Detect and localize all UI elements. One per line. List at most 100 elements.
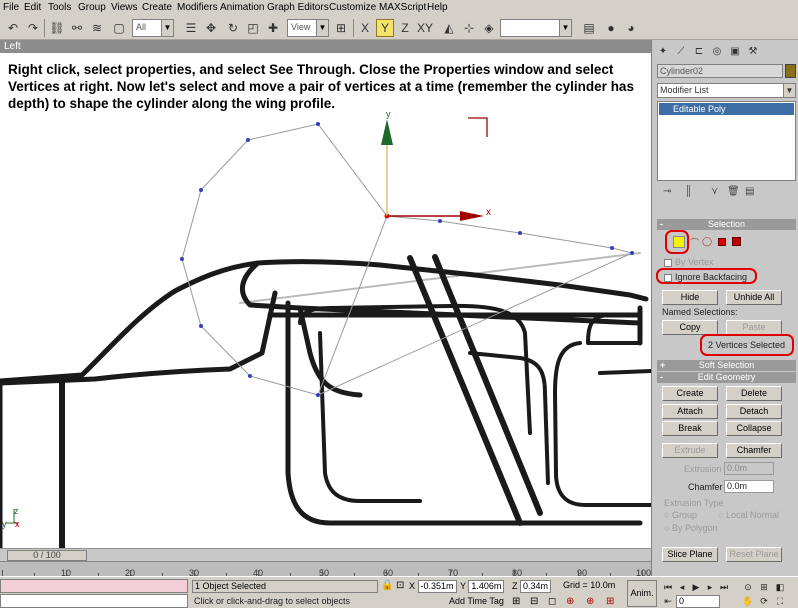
current-frame-field[interactable]: 0: [676, 595, 720, 608]
menu-views[interactable]: Views: [111, 2, 138, 13]
material-editor-icon[interactable]: ●: [602, 19, 620, 37]
time-slider-track[interactable]: 0 / 100: [0, 548, 651, 561]
unlink-icon[interactable]: ⚯: [68, 19, 86, 37]
object-name-field[interactable]: Cylinder02: [657, 64, 783, 78]
add-time-tag[interactable]: Add Time Tag: [449, 596, 504, 606]
x-coordinate[interactable]: X -0.351m: [409, 580, 457, 593]
break-button[interactable]: Break: [662, 421, 718, 436]
align-icon[interactable]: ⊹: [460, 19, 478, 37]
by-vertex-checkbox[interactable]: By Vertex: [664, 257, 714, 267]
edge-mode-icon[interactable]: ⌒: [690, 236, 699, 249]
render-icon[interactable]: ◕: [622, 19, 640, 37]
zoom-extents-all-icon[interactable]: ⊞: [758, 581, 770, 593]
make-unique-icon[interactable]: ⋎: [711, 186, 718, 197]
select-rotate-icon[interactable]: ↻: [224, 19, 242, 37]
select-manipulate-icon[interactable]: ✚: [264, 19, 282, 37]
maxscript-listener-bottom[interactable]: [0, 594, 188, 608]
utilities-tab-icon[interactable]: ⚒: [746, 44, 760, 58]
zoom-all-icon[interactable]: ⊕: [586, 596, 594, 607]
named-selection-dropdown[interactable]: ▼: [500, 19, 572, 37]
extrusion-spinner[interactable]: 0.0m: [724, 462, 774, 475]
arc-rotate-icon[interactable]: ⟳: [758, 595, 770, 607]
y-coordinate[interactable]: Y 1.406m: [460, 580, 505, 593]
y-constraint-icon[interactable]: Y: [376, 19, 394, 37]
attach-button[interactable]: Attach: [662, 404, 718, 419]
track-bar[interactable]: 10 20 30 40 50 60 70 80 90 100: [0, 561, 651, 578]
goto-start-icon[interactable]: ⏮: [662, 581, 674, 593]
chamfer-spinner[interactable]: 0.0m: [724, 480, 774, 493]
pan-icon[interactable]: ✋: [742, 595, 754, 607]
left-viewport[interactable]: y x z y x Right click, select properties…: [0, 53, 651, 548]
select-scale-icon[interactable]: ◰: [244, 19, 262, 37]
stack-item-editable-poly[interactable]: Editable Poly: [659, 103, 794, 115]
hierarchy-tab-icon[interactable]: ⊏: [692, 44, 706, 58]
copy-button[interactable]: Copy: [662, 320, 718, 335]
local-normal-radio[interactable]: ○ Local Normal: [718, 510, 779, 520]
chamfer-button[interactable]: Chamfer: [726, 443, 782, 458]
configure-sets-icon[interactable]: ▤: [745, 186, 754, 197]
play-icon[interactable]: ▶: [690, 581, 702, 593]
menu-maxscript[interactable]: MAXScript: [379, 2, 426, 13]
edit-geometry-rollout-header[interactable]: - Edit Geometry: [657, 372, 796, 383]
set-key-icon[interactable]: ⊞: [512, 596, 520, 607]
group-radio[interactable]: ○ Group: [664, 510, 697, 520]
x-constraint-icon[interactable]: X: [356, 19, 374, 37]
modifier-list-dropdown[interactable]: Modifier List ▼: [657, 83, 796, 98]
spacing-icon[interactable]: ◈: [480, 19, 498, 37]
remove-modifier-icon[interactable]: 🗑: [727, 186, 740, 197]
unhide-all-button[interactable]: Unhide All: [726, 290, 782, 305]
polygon-mode-icon[interactable]: [718, 238, 726, 246]
create-button[interactable]: Create: [662, 386, 718, 401]
maximize-viewport-icon[interactable]: ⛶: [774, 595, 786, 607]
menu-animation[interactable]: Animation: [220, 2, 264, 13]
bind-spacewarp-icon[interactable]: ≋: [88, 19, 106, 37]
object-color-swatch[interactable]: [785, 64, 796, 78]
zoom-region-icon[interactable]: ⊙: [742, 581, 754, 593]
select-link-icon[interactable]: ⛓: [48, 19, 66, 37]
extrude-button[interactable]: Extrude: [662, 443, 718, 458]
paste-button[interactable]: Paste: [726, 320, 782, 335]
key-filters-icon[interactable]: ⊟: [530, 596, 538, 607]
animate-button[interactable]: Anim.: [627, 580, 657, 607]
goto-end-icon[interactable]: ⏭: [718, 581, 730, 593]
maxscript-listener-top[interactable]: [0, 579, 188, 593]
layer-manager-icon[interactable]: ▤: [580, 19, 598, 37]
undo-icon[interactable]: ↶: [4, 19, 22, 37]
ref-coord-dropdown[interactable]: View ▼: [287, 19, 329, 37]
by-polygon-radio[interactable]: ○ By Polygon: [664, 523, 717, 533]
prev-frame-icon[interactable]: ◂: [676, 581, 688, 593]
lock-selection-icon[interactable]: 🔒: [381, 580, 393, 591]
key-mode-toggle-icon[interactable]: ⇤: [662, 595, 674, 607]
z-coordinate[interactable]: Z 0.34m: [512, 580, 552, 593]
display-tab-icon[interactable]: ▣: [728, 44, 742, 58]
hide-button[interactable]: Hide: [662, 290, 718, 305]
modifier-stack[interactable]: Editable Poly: [657, 101, 796, 181]
delete-button[interactable]: Delete: [726, 386, 782, 401]
pin-stack-icon[interactable]: ⊸: [663, 186, 671, 197]
key-mode-icon[interactable]: ◻: [548, 596, 556, 607]
slice-plane-button[interactable]: Slice Plane: [662, 547, 718, 562]
reset-plane-button[interactable]: Reset Plane: [726, 547, 782, 562]
xy-constraint-icon[interactable]: XY: [416, 19, 434, 37]
zoom-extents-icon[interactable]: ⊞: [606, 596, 614, 607]
menu-graph-editors[interactable]: Graph Editors: [267, 2, 329, 13]
redo-icon[interactable]: ↷: [24, 19, 42, 37]
field-of-view-icon[interactable]: ◧: [774, 581, 786, 593]
modify-tab-icon[interactable]: ⟋: [674, 44, 688, 58]
move-gizmo[interactable]: [381, 117, 488, 221]
next-frame-icon[interactable]: ▸: [704, 581, 716, 593]
create-tab-icon[interactable]: ✦: [656, 44, 670, 58]
time-slider[interactable]: 0 / 100: [7, 550, 87, 561]
show-end-result-icon[interactable]: ║: [685, 186, 692, 197]
menu-edit[interactable]: Edit: [24, 2, 41, 13]
select-object-icon[interactable]: ▢: [110, 19, 128, 37]
z-constraint-icon[interactable]: Z: [396, 19, 414, 37]
motion-tab-icon[interactable]: ◎: [710, 44, 724, 58]
menu-customize[interactable]: Customize: [329, 2, 376, 13]
soft-selection-rollout-header[interactable]: + Soft Selection: [657, 360, 796, 371]
menu-group[interactable]: Group: [78, 2, 106, 13]
absolute-mode-icon[interactable]: ⊡: [396, 580, 404, 591]
collapse-button[interactable]: Collapse: [726, 421, 782, 436]
menu-file[interactable]: File: [3, 2, 19, 13]
select-move-icon[interactable]: ✥: [202, 19, 220, 37]
